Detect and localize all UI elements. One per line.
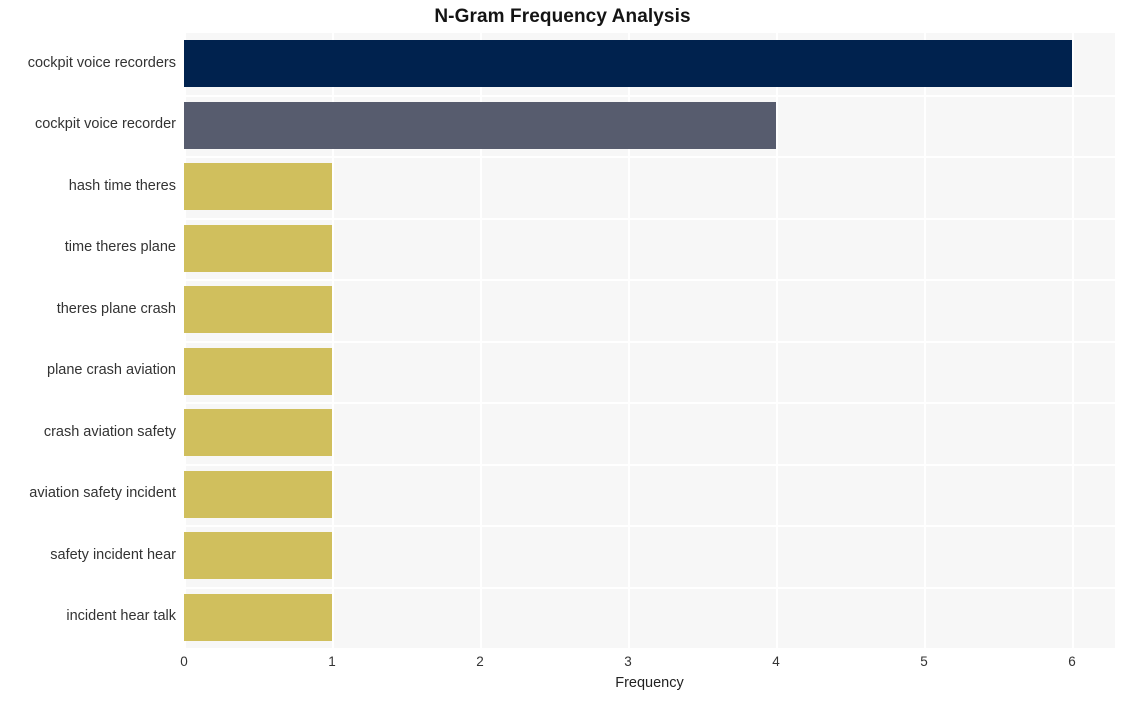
x-axis-tick-label: 1 [328,654,336,669]
plot-area [184,33,1115,648]
bar[interactable] [184,163,332,211]
bar[interactable] [184,409,332,457]
y-axis-tick-label: aviation safety incident [29,485,176,502]
y-axis-tick-label: safety incident hear [50,546,176,563]
y-gridline [184,463,1115,466]
chart-figure: N-Gram Frequency Analysis cockpit voice … [0,0,1125,701]
bar[interactable] [184,101,777,149]
y-axis-tick-label: incident hear talk [66,608,176,625]
x-axis-tick-label: 0 [180,654,188,669]
bar[interactable] [184,286,332,334]
bar[interactable] [184,40,1073,88]
bar[interactable] [184,593,332,641]
bar[interactable] [184,470,332,518]
y-gridline [184,525,1115,527]
x-axis-tick-label: 3 [624,654,632,669]
y-axis-tick-label: plane crash aviation [47,362,176,379]
chart-title: N-Gram Frequency Analysis [434,6,691,27]
x-axis-tick-label: 4 [772,654,780,669]
y-axis-tick-label: time theres plane [64,239,176,256]
y-gridline [184,94,1115,97]
bar[interactable] [184,347,332,395]
x-axis-tick-label: 5 [920,654,928,669]
y-gridline [184,402,1115,404]
y-gridline [184,340,1115,343]
x-axis-tick-label: 2 [476,654,484,669]
bar[interactable] [184,532,332,580]
y-axis-tick-label: hash time theres [68,177,176,194]
y-axis-tick-label: crash aviation safety [43,423,176,440]
y-gridline [184,217,1115,220]
y-gridline [184,586,1115,589]
y-axis-tick-label: cockpit voice recorder [34,116,176,133]
y-axis-tick-label: cockpit voice recorders [27,54,176,71]
y-gridline [184,156,1115,158]
y-axis-tick-label: theres plane crash [56,300,176,317]
bar[interactable] [184,224,332,272]
x-axis-tick-label: 6 [1068,654,1076,669]
y-gridline [184,279,1115,281]
x-axis-title: Frequency [615,675,684,691]
